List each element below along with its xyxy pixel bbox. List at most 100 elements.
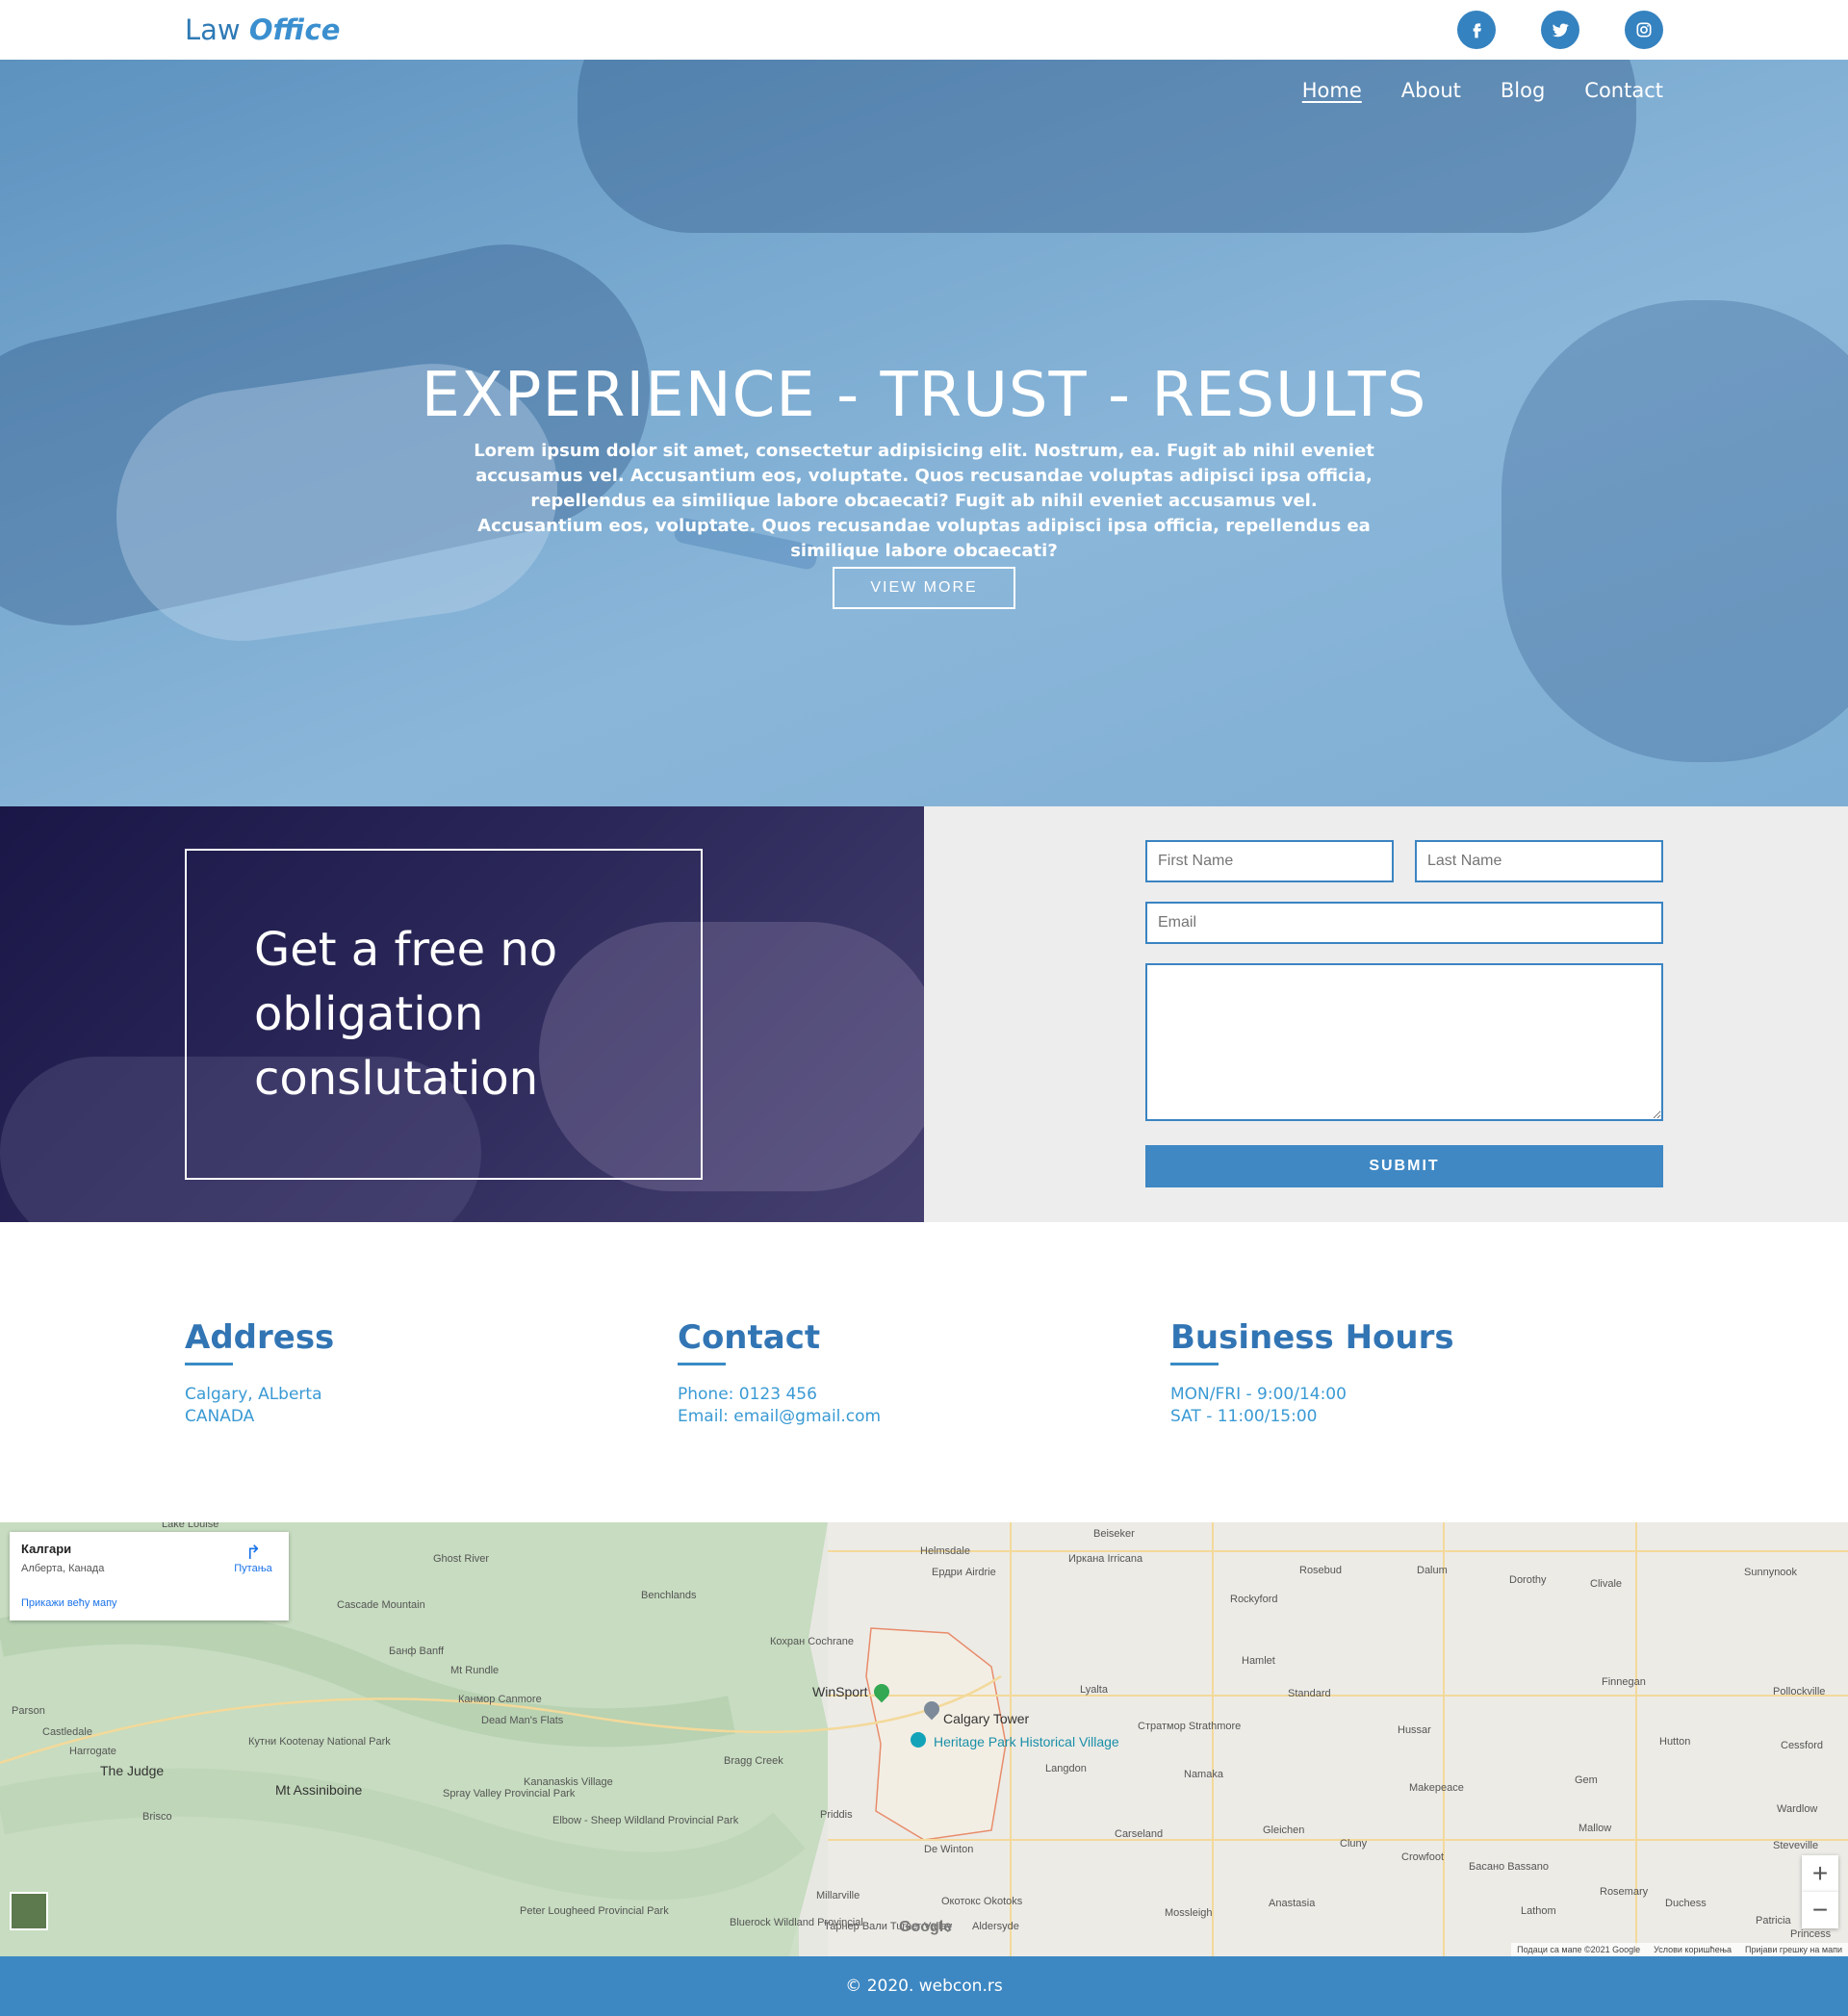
map-label: Peter Lougheed Provincial Park bbox=[520, 1905, 669, 1917]
instagram-link[interactable] bbox=[1625, 11, 1663, 49]
footer-copyright: © 2020. webcon.rs bbox=[845, 1977, 1003, 1996]
message-textarea[interactable] bbox=[1145, 963, 1663, 1121]
consult-heading: Get a free no obligation conslutation bbox=[254, 923, 558, 1106]
map-label: Mossleigh bbox=[1165, 1907, 1213, 1919]
instagram-icon bbox=[1636, 22, 1652, 38]
map-label: Ghost River bbox=[433, 1553, 490, 1565]
map-label: WinSport bbox=[812, 1684, 868, 1699]
map-label: Bragg Creek bbox=[724, 1755, 783, 1767]
map-label: Ердри Airdrie bbox=[932, 1567, 996, 1578]
contact-column: Contact Phone: 0123 456 Email: email@gma… bbox=[678, 1318, 1063, 1428]
map-label: Банф Banff bbox=[389, 1646, 445, 1657]
map-label: Parson bbox=[12, 1705, 45, 1717]
map-label: Dead Man's Flats bbox=[481, 1715, 564, 1726]
zoom-out-button[interactable]: − bbox=[1802, 1892, 1838, 1928]
map-attribution: Подаци са мапе ©2021 Google bbox=[1517, 1945, 1641, 1954]
map-label: Millarville bbox=[816, 1890, 860, 1901]
nav-blog[interactable]: Blog bbox=[1501, 79, 1545, 102]
map-label: Cascade Mountain bbox=[337, 1599, 425, 1611]
submit-button[interactable]: SUBMIT bbox=[1145, 1145, 1663, 1187]
logo-light-text: Law bbox=[185, 13, 241, 46]
twitter-icon bbox=[1553, 23, 1569, 38]
twitter-link[interactable] bbox=[1541, 11, 1579, 49]
map-report-link[interactable]: Пријави грешку на мапи bbox=[1745, 1945, 1842, 1954]
map-label: Басано Bassano bbox=[1469, 1861, 1550, 1873]
hours-title: Business Hours bbox=[1170, 1318, 1454, 1357]
map-attribution-bar: Подаци са мапе ©2021 Google Услови кориш… bbox=[1511, 1943, 1848, 1956]
map-label: Namaka bbox=[1184, 1769, 1223, 1780]
map-label: Иркана Irricana bbox=[1068, 1553, 1143, 1565]
map-label: Duchess bbox=[1665, 1898, 1707, 1909]
map-label: De Winton bbox=[924, 1844, 974, 1855]
map-label: Sunnynook bbox=[1744, 1567, 1798, 1578]
map-label: Clivale bbox=[1590, 1578, 1623, 1590]
map-label: Beiseker bbox=[1093, 1528, 1135, 1540]
embedded-map[interactable]: Калгари Алберта, Канада Прикажи већу мап… bbox=[0, 1522, 1848, 1956]
contact-underline bbox=[678, 1363, 726, 1365]
contact-title: Contact bbox=[678, 1318, 821, 1357]
address-line1: Calgary, ALberta bbox=[185, 1385, 322, 1404]
map-label: Bluerock Wildland Provincial bbox=[730, 1917, 863, 1928]
map-label: The Judge bbox=[100, 1763, 165, 1778]
map-label: Benchlands bbox=[641, 1590, 697, 1601]
hero-title: EXPERIENCE - TRUST - RESULTS bbox=[421, 360, 1427, 431]
map-label: Heritage Park Historical Village bbox=[934, 1734, 1119, 1749]
consultation-banner: Get a free no obligation conslutation bbox=[0, 806, 924, 1222]
map-label: Hutton bbox=[1659, 1736, 1691, 1748]
satellite-toggle-button[interactable] bbox=[10, 1892, 48, 1930]
address-underline bbox=[185, 1363, 233, 1365]
heritage-park-marker-icon[interactable] bbox=[911, 1732, 926, 1748]
address-column: Address Calgary, ALberta CANADA bbox=[185, 1318, 570, 1428]
map-label: Kananaskis Village bbox=[524, 1776, 613, 1788]
zoom-in-button[interactable]: + bbox=[1802, 1855, 1838, 1892]
directions-label: Путања bbox=[234, 1563, 272, 1574]
contact-form: SUBMIT bbox=[924, 806, 1848, 1222]
map-label: Princess bbox=[1790, 1928, 1832, 1940]
nav-home[interactable]: Home bbox=[1302, 79, 1362, 102]
map-place-title: Калгари bbox=[21, 1542, 72, 1556]
first-name-input[interactable] bbox=[1145, 840, 1394, 882]
hero-section: Home About Blog Contact EXPERIENCE - TRU… bbox=[0, 60, 1848, 806]
map-label: Dorothy bbox=[1509, 1574, 1547, 1586]
hero-description: Lorem ipsum dolor sit amet, consectetur … bbox=[474, 441, 1374, 561]
directions-icon: ↱ bbox=[244, 1543, 262, 1564]
map-label: Priddis bbox=[820, 1809, 853, 1821]
map-terms-link[interactable]: Услови коришћења bbox=[1654, 1945, 1732, 1954]
top-header: Law Office bbox=[0, 0, 1848, 60]
map-label: Patricia bbox=[1756, 1915, 1791, 1927]
hours-column: Business Hours MON/FRI - 9:00/14:00 SAT … bbox=[1170, 1318, 1555, 1428]
map-label: Lake Louise bbox=[162, 1522, 219, 1530]
larger-map-link[interactable]: Прикажи већу мапу bbox=[21, 1597, 117, 1609]
map-label: Lathom bbox=[1521, 1905, 1556, 1917]
map-label: Hamlet bbox=[1242, 1655, 1275, 1667]
address-line2: CANADA bbox=[185, 1407, 255, 1426]
hours-saturday: SAT - 11:00/15:00 bbox=[1170, 1407, 1318, 1426]
map-place-subtitle: Алберта, Канада bbox=[21, 1563, 105, 1574]
nav-about[interactable]: About bbox=[1401, 79, 1461, 102]
map-label: Gleichen bbox=[1263, 1825, 1305, 1836]
map-label: Cluny bbox=[1340, 1838, 1368, 1850]
hours-underline bbox=[1170, 1363, 1219, 1365]
map-label: Carseland bbox=[1115, 1828, 1164, 1840]
email-input[interactable] bbox=[1145, 902, 1663, 944]
hours-weekday: MON/FRI - 9:00/14:00 bbox=[1170, 1385, 1347, 1404]
last-name-input[interactable] bbox=[1415, 840, 1663, 882]
site-logo[interactable]: Law Office bbox=[185, 13, 340, 46]
facebook-icon bbox=[1473, 23, 1481, 38]
view-more-button[interactable]: VIEW MORE bbox=[833, 567, 1015, 609]
map-label: Wardlow bbox=[1777, 1803, 1818, 1815]
facebook-link[interactable] bbox=[1457, 11, 1496, 49]
map-label: Канмор Canmore bbox=[458, 1694, 542, 1705]
map-label: Rockyford bbox=[1230, 1594, 1278, 1605]
map-label: Spray Valley Provincial Park bbox=[443, 1788, 576, 1799]
directions-button[interactable]: ↱ Путања bbox=[229, 1544, 277, 1574]
map-label: Hussar bbox=[1398, 1724, 1431, 1736]
map-label: Castledale bbox=[42, 1726, 92, 1738]
address-title: Address bbox=[185, 1318, 335, 1357]
map-label: Finnegan bbox=[1602, 1676, 1646, 1688]
map-label: Кутни Kootenay National Park bbox=[248, 1736, 391, 1748]
contact-email: Email: email@gmail.com bbox=[678, 1407, 882, 1426]
map-label: Makepeace bbox=[1409, 1782, 1464, 1794]
map-label: Elbow - Sheep Wildland Provincial Park bbox=[552, 1815, 739, 1826]
nav-contact[interactable]: Contact bbox=[1584, 79, 1663, 102]
